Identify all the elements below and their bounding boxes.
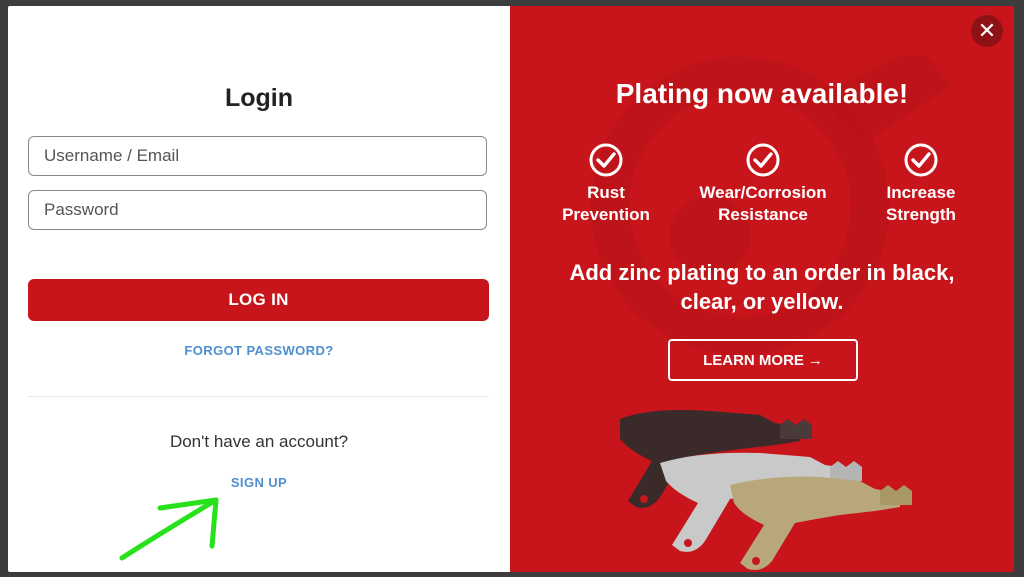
- promo-message-line1: Add zinc plating to an order in black,: [569, 260, 955, 285]
- check-circle-icon: [746, 143, 780, 177]
- check-circle-icon: [904, 143, 938, 177]
- arrow-right-icon: →: [807, 351, 823, 369]
- forgot-password-link[interactable]: FORGOT PASSWORD?: [8, 343, 510, 358]
- username-field[interactable]: [28, 136, 487, 176]
- learn-more-button[interactable]: LEARN MORE →: [668, 339, 858, 381]
- divider: [28, 396, 489, 397]
- login-modal: Login LOG IN FORGOT PASSWORD? Don't have…: [8, 6, 1014, 572]
- benefit-increase-strength: Increase Strength: [846, 142, 996, 226]
- promo-message: Add zinc plating to an order in black, c…: [530, 258, 994, 316]
- login-title: Login: [224, 84, 294, 112]
- benefit-label-line2: Resistance: [718, 205, 808, 224]
- learn-more-label: LEARN MORE: [703, 351, 804, 369]
- plated-ray-guns-image: [620, 410, 912, 570]
- promo-message-line2: clear, or yellow.: [680, 289, 844, 314]
- password-input[interactable]: [29, 191, 486, 229]
- username-input[interactable]: [29, 137, 486, 175]
- check-circle-icon: [589, 143, 623, 177]
- login-panel: Login LOG IN FORGOT PASSWORD? Don't have…: [8, 6, 510, 572]
- promo-title: Plating now available!: [615, 78, 909, 109]
- benefit-label-line1: Rust: [587, 183, 625, 202]
- close-icon: ✕: [977, 18, 997, 43]
- promo-panel: ✕ Plating now available! Rust Prevention…: [510, 6, 1014, 572]
- login-button[interactable]: LOG IN: [28, 279, 489, 321]
- no-account-text: Don't have an account?: [169, 432, 349, 451]
- password-field[interactable]: [28, 190, 487, 230]
- benefit-label-line1: Increase: [886, 183, 956, 202]
- benefit-label-line1: Wear/Corrosion: [699, 183, 827, 202]
- benefit-label-line2: Prevention: [562, 205, 650, 224]
- close-button[interactable]: ✕: [971, 15, 1003, 47]
- benefit-wear-corrosion: Wear/Corrosion Resistance: [688, 142, 838, 226]
- benefit-rust-prevention: Rust Prevention: [531, 142, 681, 226]
- signup-link[interactable]: SIGN UP: [8, 475, 510, 490]
- green-arrow-annotation: [119, 497, 219, 561]
- benefit-label-line2: Strength: [886, 205, 956, 224]
